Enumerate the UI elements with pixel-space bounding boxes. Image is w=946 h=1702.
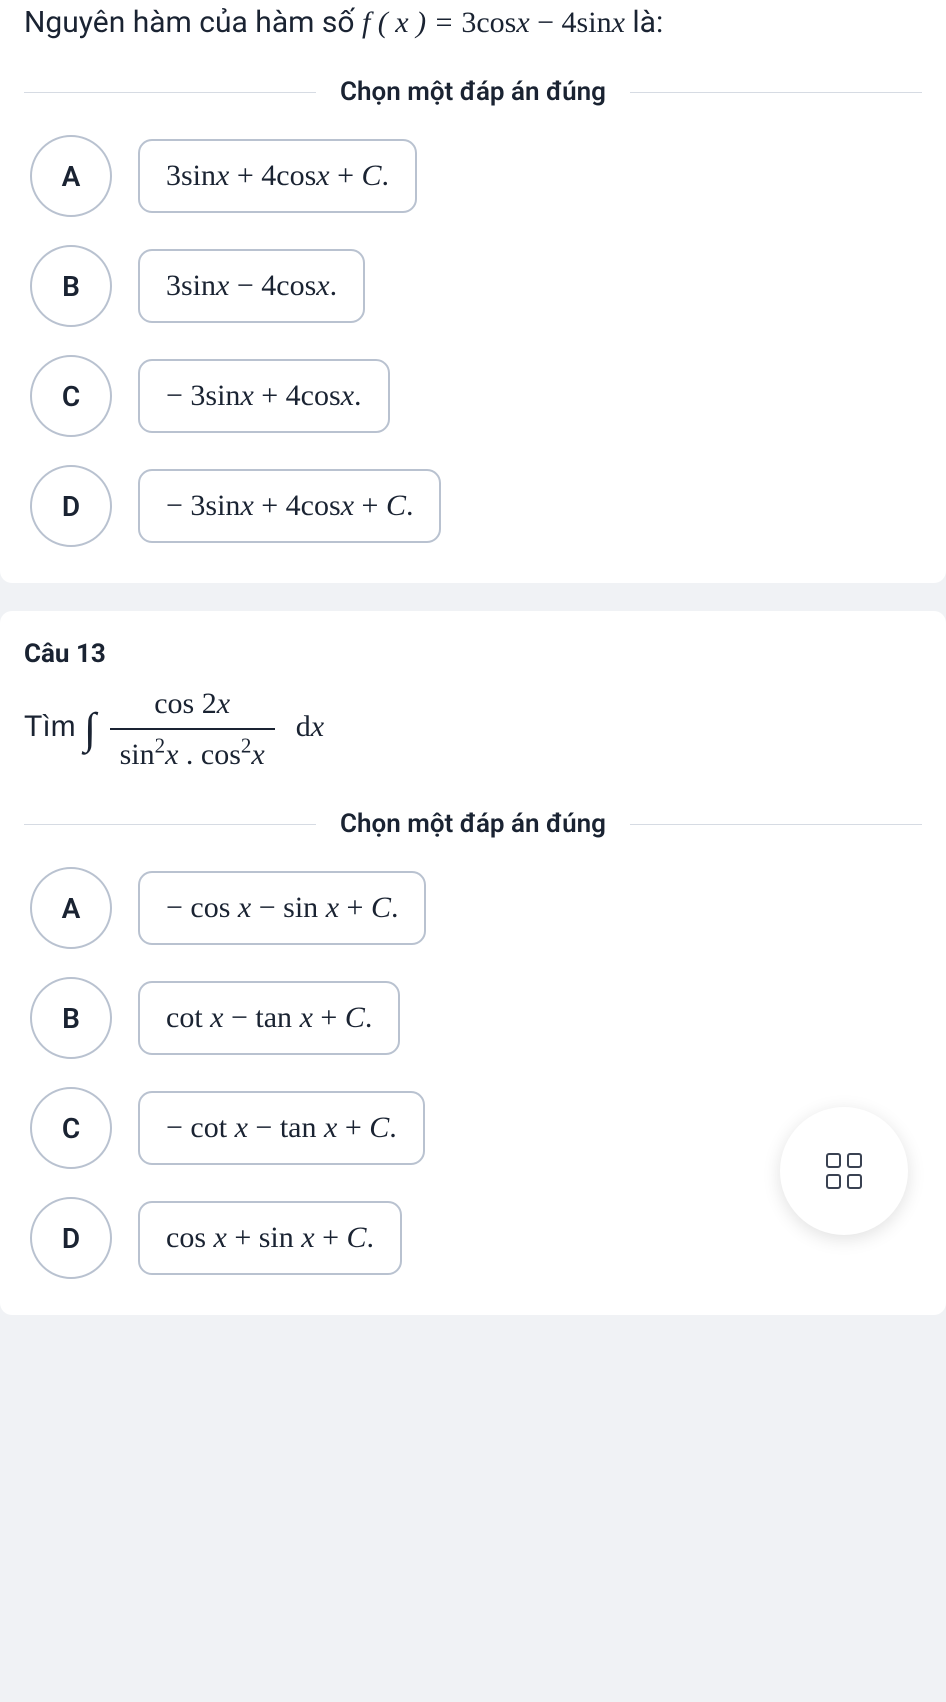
question-12-options: A 3sinx + 4cosx + C. B 3sinx − 4cosx. C … <box>24 135 922 547</box>
option-letter: B <box>30 977 112 1059</box>
divider: Chọn một đáp án đúng <box>24 77 922 107</box>
option-letter: D <box>30 465 112 547</box>
option-d[interactable]: D − 3sinx + 4cosx + C. <box>30 465 922 547</box>
option-letter: C <box>30 1087 112 1169</box>
option-content: − 3sinx + 4cosx. <box>138 359 390 433</box>
option-content: − cos x − sin x + C. <box>138 871 426 945</box>
question-13-prompt: Tìm ∫ cos 2x sin2x . cos2x dx <box>24 681 922 777</box>
option-letter: B <box>30 245 112 327</box>
option-a[interactable]: A 3sinx + 4cosx + C. <box>30 135 922 217</box>
option-content: − 3sinx + 4cosx + C. <box>138 469 441 543</box>
question-12-card: Nguyên hàm của hàm số f ( x ) = 3cosx − … <box>0 0 946 583</box>
question-13-options: A − cos x − sin x + C. B cot x − tan x +… <box>24 867 922 1279</box>
divider-label: Chọn một đáp án đúng <box>316 809 630 839</box>
dx: dx <box>296 710 324 743</box>
fraction-denominator: sin2x . cos2x <box>110 730 275 777</box>
option-d[interactable]: D cos x + sin x + C. <box>30 1197 922 1279</box>
integral-sign: ∫ <box>84 707 96 751</box>
option-content: 3sinx − 4cosx. <box>138 249 365 323</box>
option-content: cos x + sin x + C. <box>138 1201 402 1275</box>
option-letter: A <box>30 867 112 949</box>
option-a[interactable]: A − cos x − sin x + C. <box>30 867 922 949</box>
divider-label: Chọn một đáp án đúng <box>316 77 630 107</box>
prompt-find: Tìm <box>24 710 84 743</box>
divider-line-right <box>630 92 922 93</box>
divider-line-right <box>630 824 922 825</box>
option-b[interactable]: B cot x − tan x + C. <box>30 977 922 1059</box>
question-13-card: Câu 13 Tìm ∫ cos 2x sin2x . cos2x dx Chọ… <box>0 611 946 1315</box>
option-letter: C <box>30 355 112 437</box>
option-content: − cot x − tan x + C. <box>138 1091 425 1165</box>
question-12-prompt: Nguyên hàm của hàm số f ( x ) = 3cosx − … <box>24 0 922 45</box>
question-13-label: Câu 13 <box>24 639 922 669</box>
text-suffix: là: <box>625 5 663 40</box>
option-content: cot x − tan x + C. <box>138 981 400 1055</box>
option-content: 3sinx + 4cosx + C. <box>138 139 417 213</box>
fraction: cos 2x sin2x . cos2x <box>110 681 275 777</box>
grid-icon <box>826 1153 862 1189</box>
option-b[interactable]: B 3sinx − 4cosx. <box>30 245 922 327</box>
divider-line-left <box>24 92 316 93</box>
math-fn-rhs: 3cosx − 4sinx <box>461 6 625 39</box>
option-letter: A <box>30 135 112 217</box>
divider: Chọn một đáp án đúng <box>24 809 922 839</box>
option-letter: D <box>30 1197 112 1279</box>
math-fn-lhs: f ( x ) = <box>362 6 461 39</box>
text: Nguyên hàm của hàm số <box>24 5 362 40</box>
option-c[interactable]: C − 3sinx + 4cosx. <box>30 355 922 437</box>
divider-line-left <box>24 824 316 825</box>
fraction-numerator: cos 2x <box>110 681 275 730</box>
grid-menu-button[interactable] <box>780 1107 908 1235</box>
